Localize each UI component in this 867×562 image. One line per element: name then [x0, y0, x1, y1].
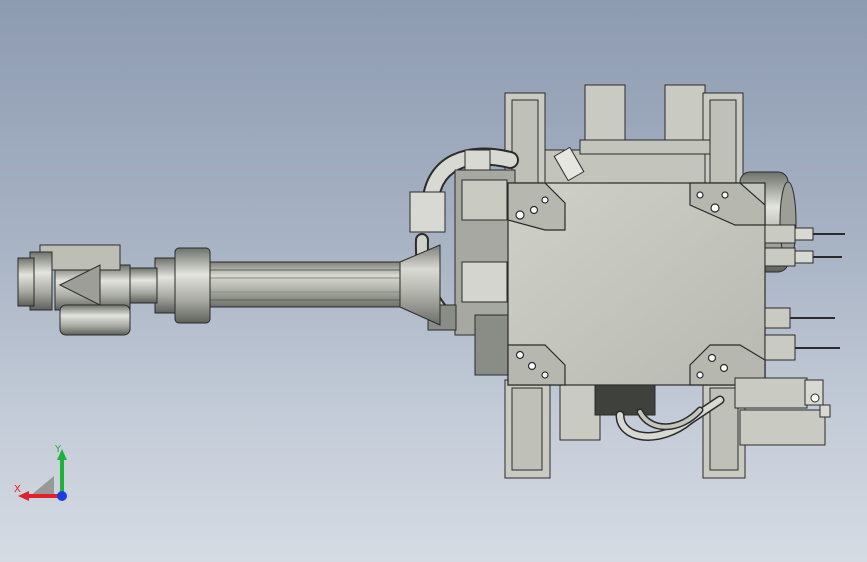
main-shaft — [204, 244, 441, 326]
cad-viewport[interactable]: Y X — [0, 0, 867, 562]
end-joint — [17, 244, 131, 336]
shaft-flange — [124, 247, 211, 324]
axis-triad: Y X — [14, 444, 67, 501]
triad-plane-icon — [30, 476, 54, 496]
z-axis-dot-icon — [57, 491, 67, 501]
y-axis-label: Y — [54, 444, 62, 455]
x-axis-label: X — [14, 484, 21, 495]
gripper-plate — [507, 182, 766, 386]
robot-arm-model[interactable] — [0, 0, 867, 562]
